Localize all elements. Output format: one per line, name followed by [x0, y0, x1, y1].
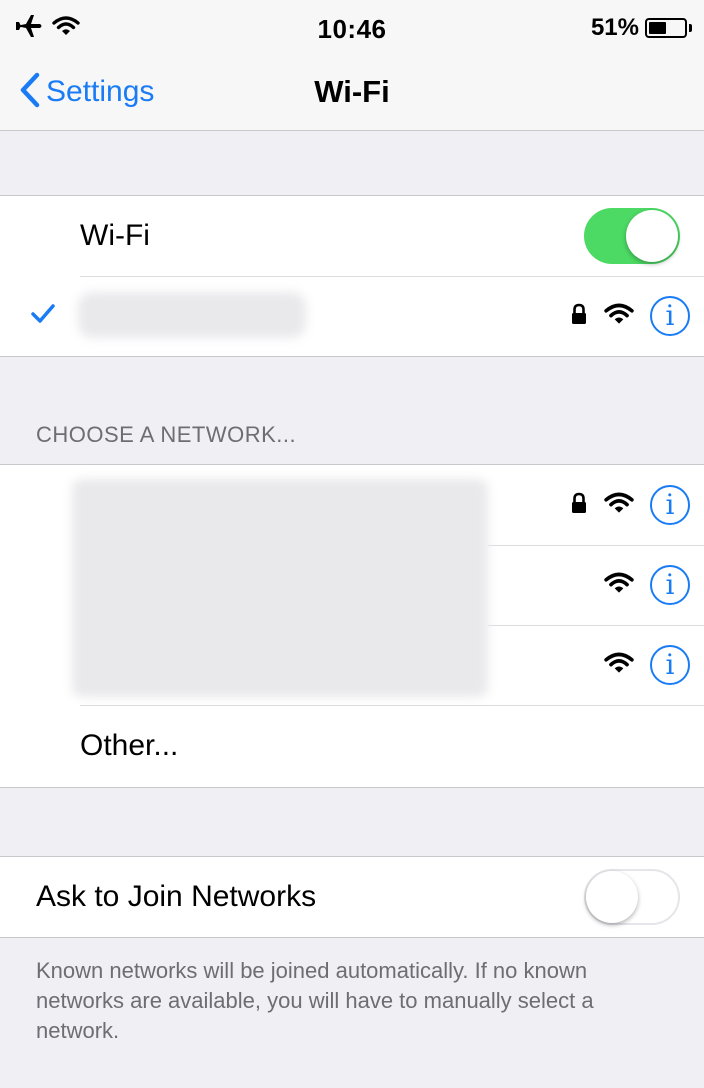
section-header: CHOOSE A NETWORK... — [36, 422, 297, 447]
page-title: Wi-Fi — [314, 74, 390, 109]
lock-icon — [570, 303, 588, 330]
networks-group: i i i Other... — [0, 464, 704, 788]
wifi-signal-icon — [604, 491, 634, 520]
ask-to-join-row: Ask to Join Networks — [0, 857, 704, 937]
network-accessories: i — [570, 479, 690, 531]
connected-network-name-redacted — [78, 292, 306, 338]
info-icon[interactable]: i — [650, 296, 690, 336]
info-icon[interactable]: i — [650, 565, 690, 605]
wifi-label: Wi-Fi — [80, 219, 150, 252]
lock-icon — [570, 492, 588, 519]
wifi-signal-icon — [604, 651, 634, 680]
battery-percent: 51% — [590, 14, 639, 41]
checkmark-icon — [30, 302, 56, 329]
status-right: 51% — [591, 14, 692, 42]
status-bar: 10:46 51% — [0, 0, 704, 56]
info-icon[interactable]: i — [650, 485, 690, 525]
network-names-redacted — [72, 479, 488, 697]
ask-to-join-toggle[interactable] — [584, 869, 680, 925]
ask-to-join-group: Ask to Join Networks — [0, 856, 704, 938]
network-accessories: i — [570, 290, 690, 342]
toggle-knob — [626, 210, 678, 262]
toggle-knob — [586, 871, 638, 923]
other-label: Other... — [80, 729, 179, 762]
info-icon[interactable]: i — [650, 645, 690, 685]
wifi-toggle-row: Wi-Fi — [0, 196, 704, 276]
navigation-bar: Settings Wi-Fi — [0, 56, 704, 131]
battery-icon — [645, 18, 687, 38]
other-network-row[interactable]: Other... — [0, 706, 704, 786]
network-accessories: i — [604, 559, 690, 611]
wifi-group: Wi-Fi i — [0, 195, 704, 357]
ask-to-join-footer: Known networks will be joined automatica… — [36, 958, 594, 1043]
battery-cap — [689, 24, 692, 32]
wifi-toggle[interactable] — [584, 208, 680, 264]
connected-network-row[interactable]: i — [0, 276, 704, 356]
ask-to-join-label: Ask to Join Networks — [36, 880, 317, 913]
network-accessories: i — [604, 639, 690, 691]
wifi-signal-icon — [604, 571, 634, 600]
wifi-signal-icon — [604, 302, 634, 331]
battery-level-fill — [649, 22, 666, 34]
